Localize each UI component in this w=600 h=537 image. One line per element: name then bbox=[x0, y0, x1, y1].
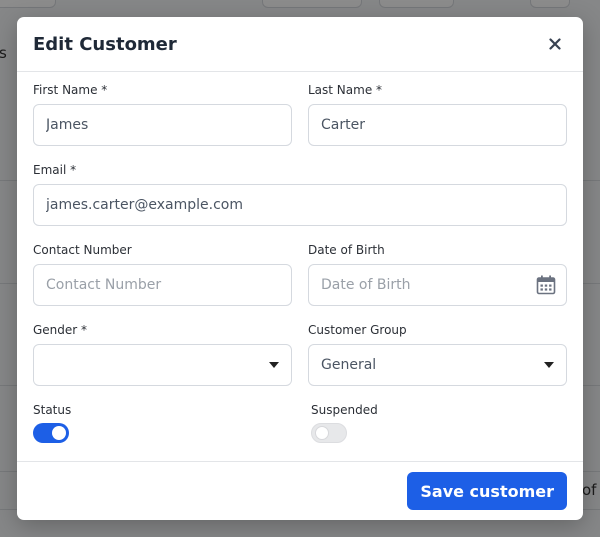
first-name-input[interactable] bbox=[33, 104, 292, 146]
close-button[interactable] bbox=[543, 32, 567, 56]
date-of-birth-wrapper bbox=[308, 264, 567, 306]
chevron-down-icon bbox=[269, 362, 279, 368]
customer-group-select[interactable]: General bbox=[308, 344, 567, 386]
toggle-knob bbox=[315, 426, 329, 440]
contact-number-label: Contact Number bbox=[33, 243, 132, 257]
suspended-label: Suspended bbox=[311, 403, 378, 417]
status-label: Status bbox=[33, 403, 72, 417]
close-icon bbox=[549, 38, 561, 50]
modal-footer: Save customer bbox=[17, 461, 583, 520]
suspended-toggle[interactable] bbox=[311, 423, 347, 443]
first-name-label: First Name * bbox=[33, 83, 108, 97]
date-of-birth-input[interactable] bbox=[308, 264, 567, 306]
save-customer-button[interactable]: Save customer bbox=[407, 472, 567, 510]
modal-body: First Name * Last Name * Email * Contact… bbox=[17, 72, 583, 461]
calendar-icon[interactable] bbox=[536, 275, 556, 295]
last-name-input[interactable] bbox=[308, 104, 567, 146]
last-name-label: Last Name * bbox=[308, 83, 383, 97]
toggle-knob bbox=[52, 426, 66, 440]
chevron-down-icon bbox=[544, 362, 554, 368]
gender-label: Gender * bbox=[33, 323, 88, 337]
customer-group-label: Customer Group bbox=[308, 323, 407, 337]
contact-number-input[interactable] bbox=[33, 264, 292, 306]
date-of-birth-label: Date of Birth bbox=[308, 243, 385, 257]
email-input[interactable] bbox=[33, 184, 567, 226]
edit-customer-modal: Edit Customer First Name * Last Name * E… bbox=[17, 17, 583, 520]
customer-group-value: General bbox=[321, 357, 377, 373]
status-toggle[interactable] bbox=[33, 423, 69, 443]
gender-select[interactable] bbox=[33, 344, 292, 386]
modal-header: Edit Customer bbox=[17, 17, 583, 72]
modal-title: Edit Customer bbox=[33, 33, 177, 55]
email-label: Email * bbox=[33, 163, 77, 177]
